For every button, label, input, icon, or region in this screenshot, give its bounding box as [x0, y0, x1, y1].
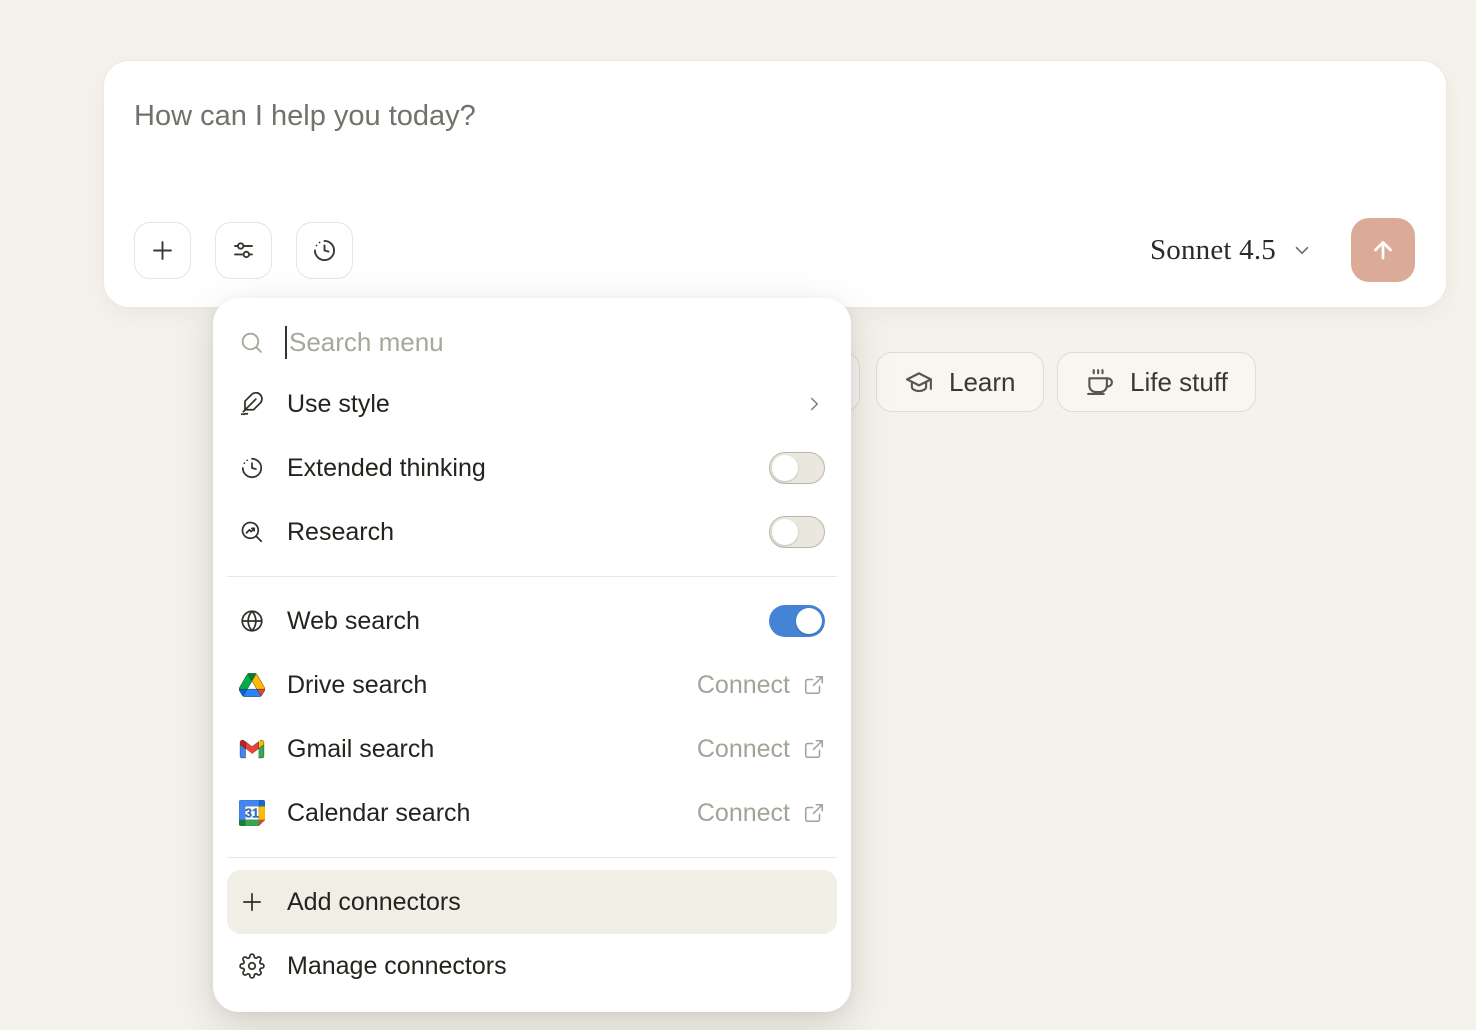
menu-item-label: Web search [287, 607, 420, 636]
chip-label: Life stuff [1130, 367, 1228, 398]
feather-quill-icon [239, 391, 265, 417]
text-caret [285, 326, 287, 359]
gmail-connect-link[interactable]: Connect [697, 735, 825, 764]
connect-label: Connect [697, 671, 790, 700]
model-selector[interactable]: Sonnet 4.5 [1150, 234, 1313, 267]
toggle-knob [772, 455, 798, 481]
menu-item-label: Add connectors [287, 888, 461, 917]
external-link-icon [803, 738, 825, 760]
gmail-icon [239, 736, 265, 762]
graduation-cap-icon [904, 367, 934, 397]
composer-actions: Sonnet 4.5 [1150, 218, 1415, 282]
composer-toolbar [134, 222, 353, 279]
menu-item-manage-connectors[interactable]: Manage connectors [213, 934, 851, 998]
attach-button[interactable] [134, 222, 191, 279]
svg-text:31: 31 [245, 806, 259, 820]
toggle-knob [772, 519, 798, 545]
extended-thinking-toggle[interactable] [769, 452, 825, 484]
menu-item-label: Gmail search [287, 735, 434, 764]
chip-label: Learn [949, 367, 1016, 398]
external-link-icon [803, 802, 825, 824]
calendar-connect-link[interactable]: Connect [697, 799, 825, 828]
tools-dropdown-menu: Use style Extended thinking [213, 298, 851, 1012]
plus-icon [239, 889, 265, 915]
menu-item-gmail-search[interactable]: Gmail search Connect [213, 717, 851, 781]
connect-label: Connect [697, 735, 790, 764]
suggestion-chip-life-stuff[interactable]: Life stuff [1057, 352, 1256, 412]
search-icon [239, 330, 264, 355]
stopwatch-icon [239, 455, 265, 481]
chevron-down-icon [1291, 239, 1313, 261]
chat-composer: Sonnet 4.5 [103, 60, 1447, 308]
research-magnifier-icon [239, 519, 265, 545]
menu-search-input[interactable] [284, 327, 825, 358]
menu-item-add-connectors[interactable]: Add connectors [227, 870, 837, 934]
research-toggle[interactable] [769, 516, 825, 548]
chevron-right-icon [803, 393, 825, 415]
coffee-cup-icon [1085, 367, 1115, 397]
gear-icon [239, 953, 265, 979]
suggestion-chip-learn[interactable]: Learn [876, 352, 1044, 412]
menu-divider [227, 857, 837, 858]
model-name: Sonnet 4.5 [1150, 234, 1276, 267]
menu-item-label: Drive search [287, 671, 427, 700]
tools-button[interactable] [215, 222, 272, 279]
menu-item-label: Extended thinking [287, 454, 486, 483]
menu-item-extended-thinking[interactable]: Extended thinking [213, 436, 851, 500]
arrow-up-icon [1369, 236, 1397, 264]
menu-item-calendar-search[interactable]: 31 Calendar search Connect [213, 781, 851, 845]
menu-item-label: Use style [287, 390, 390, 419]
connect-label: Connect [697, 799, 790, 828]
menu-item-drive-search[interactable]: Drive search Connect [213, 653, 851, 717]
google-drive-icon [239, 672, 265, 698]
google-calendar-icon: 31 [239, 800, 265, 826]
menu-item-web-search[interactable]: Web search [213, 589, 851, 653]
web-search-toggle[interactable] [769, 605, 825, 637]
external-link-icon [803, 674, 825, 696]
history-button[interactable] [296, 222, 353, 279]
menu-item-use-style[interactable]: Use style [213, 372, 851, 436]
send-button[interactable] [1351, 218, 1415, 282]
drive-connect-link[interactable]: Connect [697, 671, 825, 700]
message-input[interactable] [134, 97, 1114, 207]
app-background: Sonnet 4.5 Learn [0, 0, 1476, 1030]
menu-item-label: Manage connectors [287, 952, 507, 981]
menu-search-row [213, 312, 851, 372]
menu-item-label: Calendar search [287, 799, 470, 828]
menu-item-research[interactable]: Research [213, 500, 851, 564]
toggle-knob [796, 608, 822, 634]
menu-item-label: Research [287, 518, 394, 547]
menu-divider [227, 576, 837, 577]
globe-icon [239, 608, 265, 634]
sliders-icon [230, 237, 257, 264]
plus-icon [149, 237, 176, 264]
clock-history-icon [311, 237, 338, 264]
